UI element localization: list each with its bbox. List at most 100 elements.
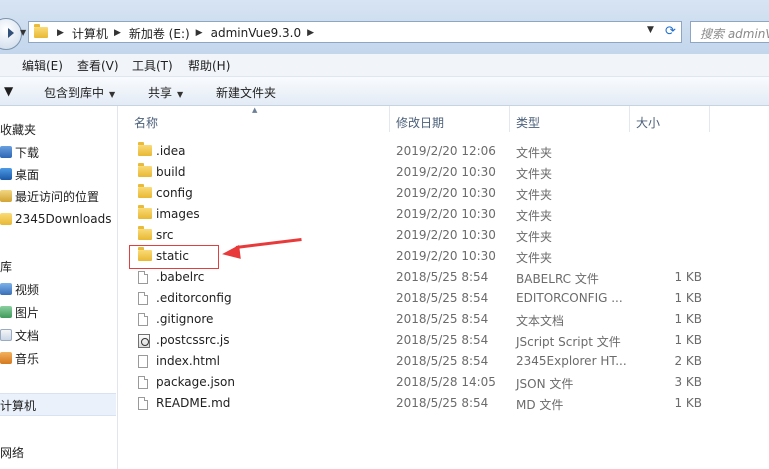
nav-item-documents[interactable]: 文档 bbox=[0, 326, 39, 344]
breadcrumb-computer[interactable]: 计算机 bbox=[72, 25, 108, 42]
back-arrow-icon bbox=[8, 28, 14, 38]
file-row[interactable]: build 2019/2/20 10:30 文件夹 bbox=[118, 162, 769, 183]
new-folder-button[interactable]: 新建文件夹 bbox=[216, 84, 276, 101]
column-type[interactable]: 类型 bbox=[516, 114, 540, 131]
nav-item-2345downloads[interactable]: 2345Downloads bbox=[0, 210, 111, 228]
markdown-file-icon bbox=[138, 397, 148, 410]
menu-tools[interactable]: 工具(T) bbox=[132, 57, 173, 74]
nav-libraries[interactable]: 库 bbox=[0, 258, 12, 275]
back-button[interactable] bbox=[0, 18, 22, 50]
column-divider[interactable] bbox=[389, 106, 390, 132]
nav-computer[interactable]: 计算机 bbox=[0, 397, 36, 414]
file-date: 2019/2/20 12:06 bbox=[396, 144, 496, 158]
music-icon bbox=[0, 352, 12, 364]
nav-item-downloads[interactable]: 下载 bbox=[0, 143, 39, 161]
menu-view[interactable]: 查看(V) bbox=[77, 57, 119, 74]
file-size: 3 KB bbox=[674, 375, 702, 389]
file-name: .babelrc bbox=[156, 270, 205, 284]
recent-places-icon bbox=[0, 190, 12, 202]
file-row[interactable]: .babelrc 2018/5/25 8:54 BABELRC 文件 1 KB bbox=[118, 267, 769, 288]
nav-item-label: 桌面 bbox=[15, 167, 40, 182]
file-date: 2019/2/20 10:30 bbox=[396, 228, 496, 242]
file-type: 文本文档 bbox=[516, 314, 565, 328]
desktop-icon bbox=[0, 168, 12, 180]
folder-icon bbox=[138, 184, 152, 198]
downloads-icon bbox=[0, 146, 12, 158]
column-size[interactable]: 大小 bbox=[636, 114, 660, 131]
folder-icon bbox=[0, 213, 12, 225]
breadcrumb-separator-icon[interactable]: ▶ bbox=[57, 28, 64, 38]
file-row[interactable]: .idea 2019/2/20 12:06 文件夹 bbox=[118, 141, 769, 162]
file-name: config bbox=[156, 186, 193, 200]
file-row[interactable]: src 2019/2/20 10:30 文件夹 bbox=[118, 225, 769, 246]
column-date[interactable]: 修改日期 bbox=[396, 114, 444, 131]
include-in-library-button[interactable]: 包含到库中 ▼ bbox=[44, 84, 115, 101]
address-dropdown-icon[interactable]: ▼ bbox=[647, 25, 654, 35]
nav-network[interactable]: 网络 bbox=[0, 444, 24, 461]
file-row[interactable]: .postcssrc.js 2018/5/25 8:54 JScript Scrip… bbox=[118, 330, 769, 351]
file-type: 文件夹 bbox=[516, 230, 553, 244]
chevron-down-icon: ▼ bbox=[177, 90, 184, 99]
file-date: 2018/5/25 8:54 bbox=[396, 291, 489, 305]
share-button[interactable]: 共享 ▼ bbox=[148, 84, 183, 101]
nav-item-label: 视频 bbox=[15, 282, 40, 297]
file-size: 1 KB bbox=[674, 270, 702, 284]
pictures-icon bbox=[0, 306, 12, 318]
file-name: src bbox=[156, 228, 174, 242]
column-divider[interactable] bbox=[629, 106, 630, 132]
breadcrumb-separator-icon[interactable]: ▶ bbox=[114, 28, 121, 38]
file-type: 文件夹 bbox=[516, 167, 553, 181]
file-name: images bbox=[156, 207, 200, 221]
file-row[interactable]: index.html 2018/5/25 8:54 2345Explorer HT.… bbox=[118, 351, 769, 372]
navigation-pane: 收藏夹 下载 桌面 最近访问的位置 2345Downloads 库 视频 图片 … bbox=[0, 106, 118, 469]
breadcrumb-folder[interactable]: adminVue9.3.0 bbox=[211, 26, 302, 40]
file-name: README.md bbox=[156, 396, 231, 410]
file-name: build bbox=[156, 165, 186, 179]
address-bar[interactable]: ▶ 计算机 ▶ 新加卷 (E:) ▶ adminVue9.3.0 ▶ ▼ ⟳ bbox=[28, 21, 682, 43]
jscript-file-icon bbox=[138, 334, 150, 348]
refresh-icon[interactable]: ⟳ bbox=[665, 24, 676, 39]
breadcrumb-drive[interactable]: 新加卷 (E:) bbox=[129, 25, 190, 42]
file-date: 2018/5/28 14:05 bbox=[396, 375, 496, 389]
file-row[interactable]: .editorconfig 2018/5/25 8:54 EDITORCONFIG … bbox=[118, 288, 769, 309]
nav-item-label: 音乐 bbox=[15, 351, 40, 366]
file-row[interactable]: package.json 2018/5/28 14:05 JSON 文件 3 KB bbox=[118, 372, 769, 393]
documents-icon bbox=[0, 329, 12, 341]
menu-edit[interactable]: 编辑(E) bbox=[22, 57, 63, 74]
file-row[interactable]: config 2019/2/20 10:30 文件夹 bbox=[118, 183, 769, 204]
file-row[interactable]: README.md 2018/5/25 8:54 MD 文件 1 KB bbox=[118, 393, 769, 414]
file-size: 1 KB bbox=[674, 312, 702, 326]
breadcrumb-separator-icon[interactable]: ▶ bbox=[196, 28, 203, 38]
chevron-down-icon: ▼ bbox=[109, 90, 116, 99]
file-type: 文件夹 bbox=[516, 209, 553, 223]
file-date: 2018/5/25 8:54 bbox=[396, 354, 489, 368]
file-name: package.json bbox=[156, 375, 236, 389]
organize-dropdown-icon[interactable]: ▼ bbox=[4, 84, 13, 98]
file-icon bbox=[138, 292, 148, 305]
file-row[interactable]: images 2019/2/20 10:30 文件夹 bbox=[118, 204, 769, 225]
nav-item-music[interactable]: 音乐 bbox=[0, 349, 39, 367]
nav-item-videos[interactable]: 视频 bbox=[0, 280, 39, 298]
column-name[interactable]: 名称 bbox=[134, 114, 158, 131]
file-name: .gitignore bbox=[156, 312, 214, 326]
nav-favorites[interactable]: 收藏夹 bbox=[0, 121, 36, 138]
nav-item-recent-places[interactable]: 最近访问的位置 bbox=[0, 187, 99, 205]
nav-item-pictures[interactable]: 图片 bbox=[0, 303, 39, 321]
file-type: 文件夹 bbox=[516, 188, 553, 202]
folder-icon bbox=[138, 226, 152, 240]
file-date: 2019/2/20 10:30 bbox=[396, 207, 496, 221]
column-divider[interactable] bbox=[709, 106, 710, 132]
search-input[interactable]: 搜索 adminV bbox=[690, 21, 769, 43]
recent-pages-dropdown-icon[interactable]: ▼ bbox=[20, 28, 26, 37]
file-type: JScript Script 文件 bbox=[516, 335, 621, 349]
column-header: ▲ 名称 修改日期 类型 大小 bbox=[118, 106, 769, 132]
file-type: 文件夹 bbox=[516, 251, 553, 265]
breadcrumb: ▶ 计算机 ▶ 新加卷 (E:) ▶ adminVue9.3.0 ▶ bbox=[57, 25, 322, 41]
file-row[interactable]: .gitignore 2018/5/25 8:54 文本文档 1 KB bbox=[118, 309, 769, 330]
nav-item-desktop[interactable]: 桌面 bbox=[0, 165, 39, 183]
breadcrumb-separator-icon[interactable]: ▶ bbox=[307, 28, 314, 38]
include-in-library-label: 包含到库中 bbox=[44, 86, 105, 100]
column-divider[interactable] bbox=[509, 106, 510, 132]
menu-help[interactable]: 帮助(H) bbox=[188, 57, 230, 74]
share-label: 共享 bbox=[148, 86, 173, 100]
